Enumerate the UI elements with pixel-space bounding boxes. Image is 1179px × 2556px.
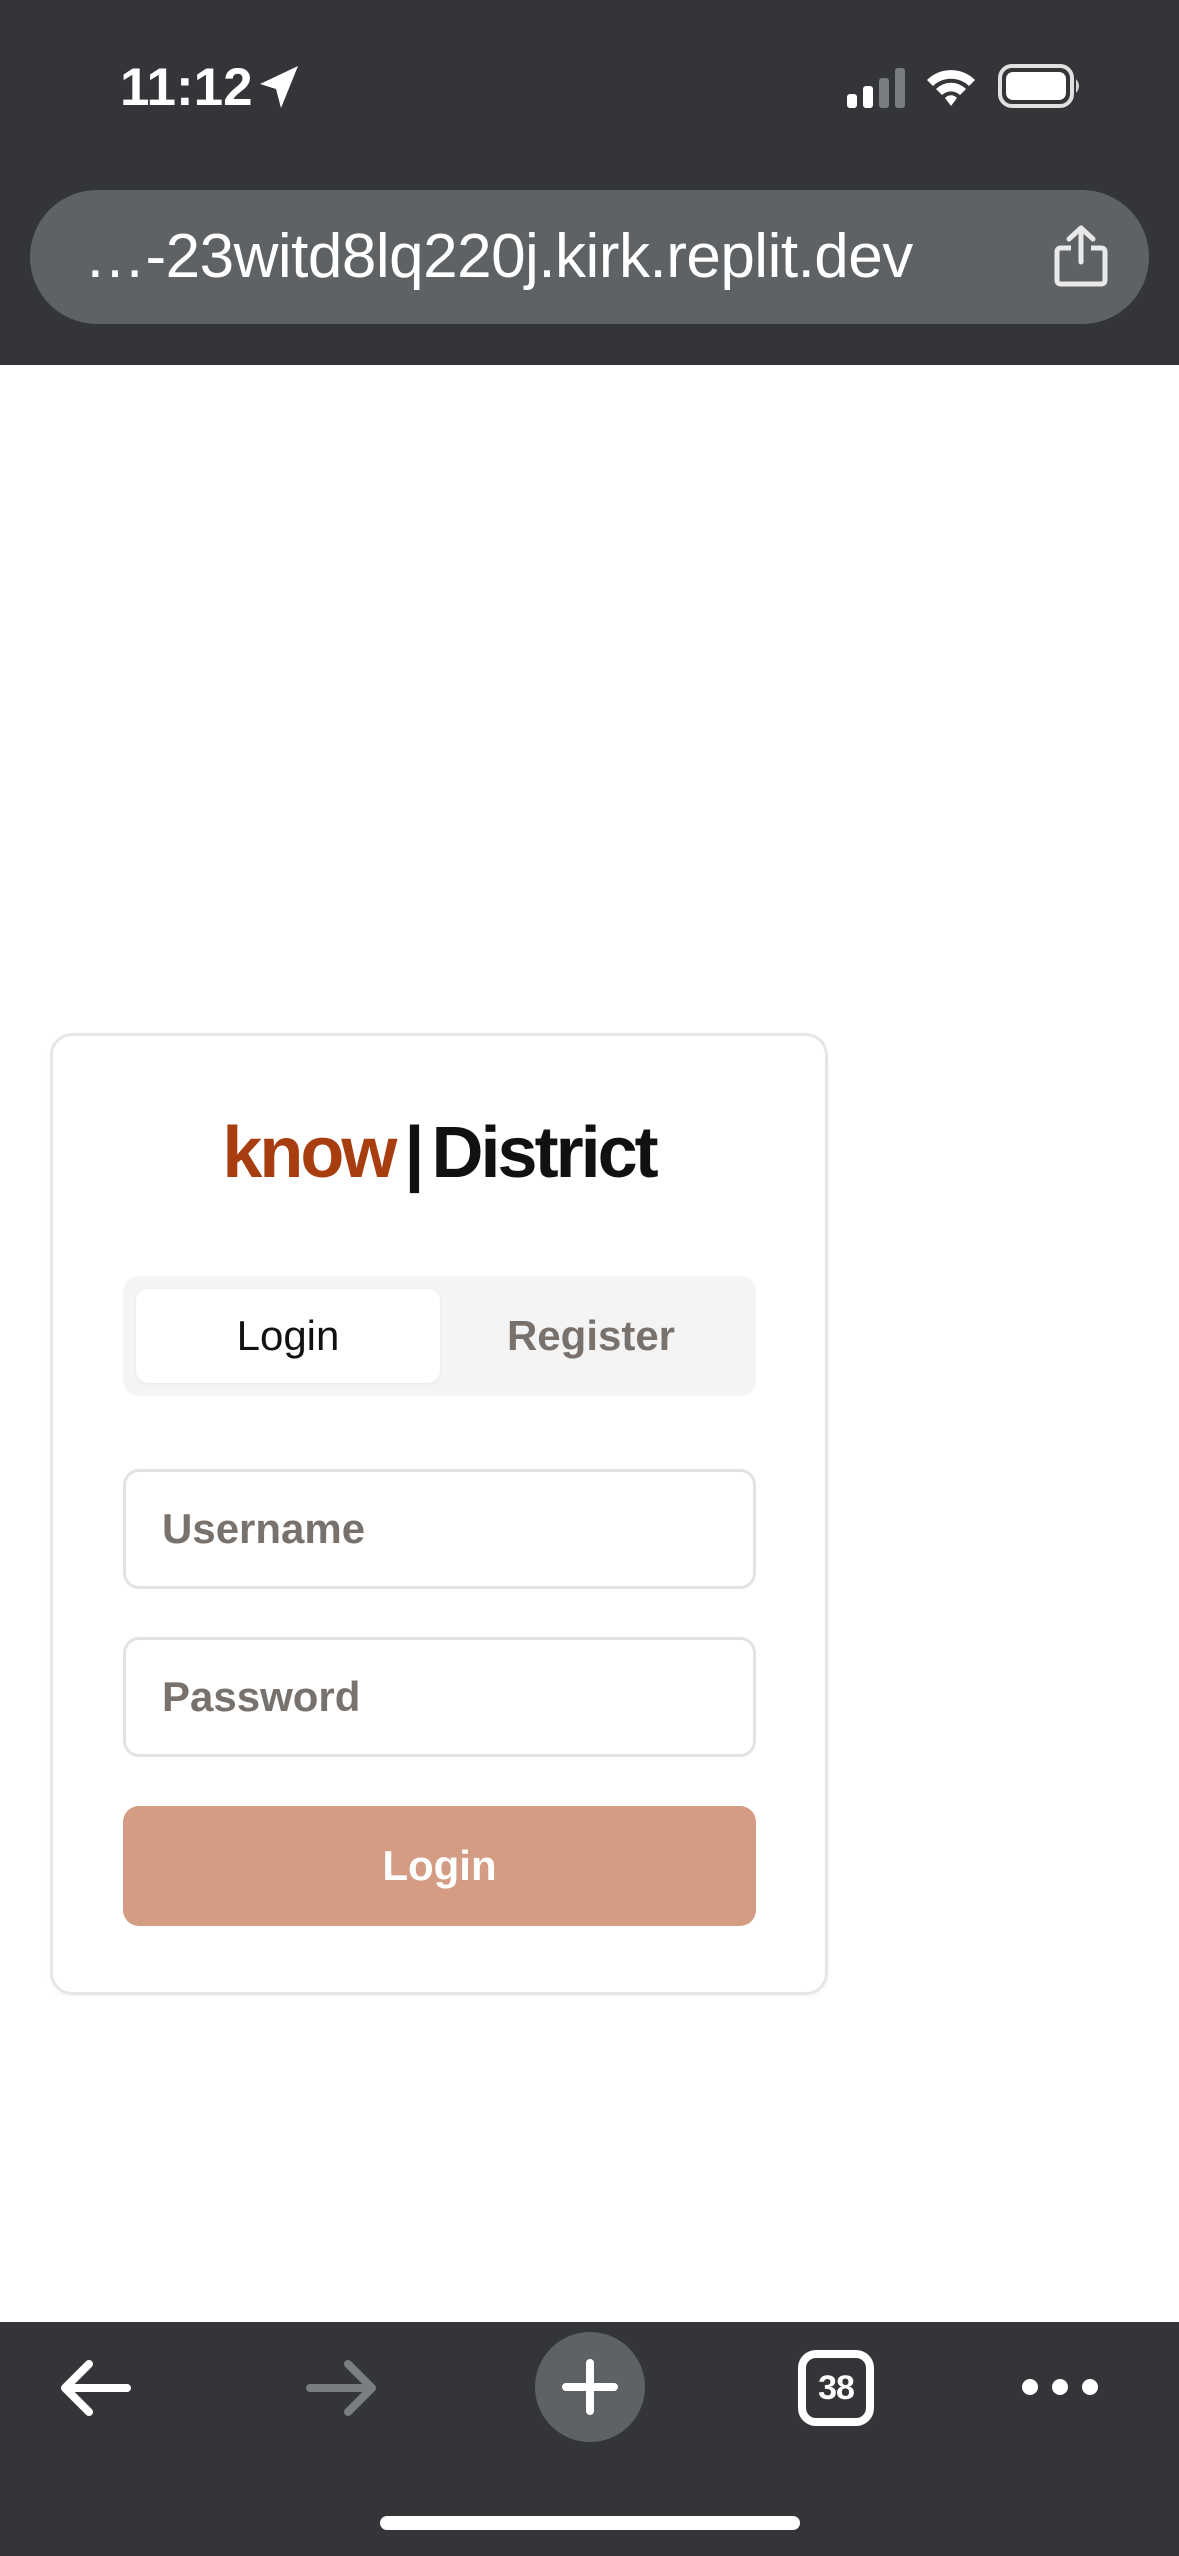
login-button[interactable]: Login <box>123 1806 756 1926</box>
browser-top-chrome: 11:12 …-23witd8lq220j.kirk.replit.dev <box>0 0 1179 365</box>
forward-button[interactable] <box>302 2352 382 2424</box>
url-text[interactable]: …-23witd8lq220j.kirk.replit.dev <box>84 190 913 324</box>
brand-separator: | <box>404 1113 424 1193</box>
home-indicator[interactable] <box>380 2516 800 2530</box>
plus-icon <box>562 2359 618 2415</box>
more-dots-icon[interactable] <box>1020 2362 1100 2412</box>
brand-accent-text: know <box>222 1113 397 1193</box>
username-input[interactable] <box>123 1469 756 1589</box>
location-arrow-icon <box>260 66 298 108</box>
new-tab-button[interactable] <box>535 2332 645 2442</box>
tab-register[interactable]: Register <box>439 1289 743 1383</box>
back-button[interactable] <box>55 2352 135 2424</box>
password-input[interactable] <box>123 1637 756 1757</box>
tab-count-button[interactable]: 38 <box>798 2350 874 2426</box>
wifi-icon <box>927 70 975 106</box>
status-time: 11:12 <box>120 58 253 117</box>
tab-login[interactable]: Login <box>136 1289 440 1383</box>
share-icon[interactable] <box>1051 224 1111 288</box>
cellular-signal-icon <box>847 68 905 108</box>
battery-icon <box>998 64 1079 108</box>
brand-logo: know | District <box>53 1108 825 1198</box>
auth-tabs: Login Register <box>123 1276 756 1396</box>
login-card: know|District Login Register Login <box>50 1033 828 1995</box>
address-bar[interactable]: …-23witd8lq220j.kirk.replit.dev <box>30 190 1149 324</box>
brand-main-text: District <box>431 1113 659 1193</box>
